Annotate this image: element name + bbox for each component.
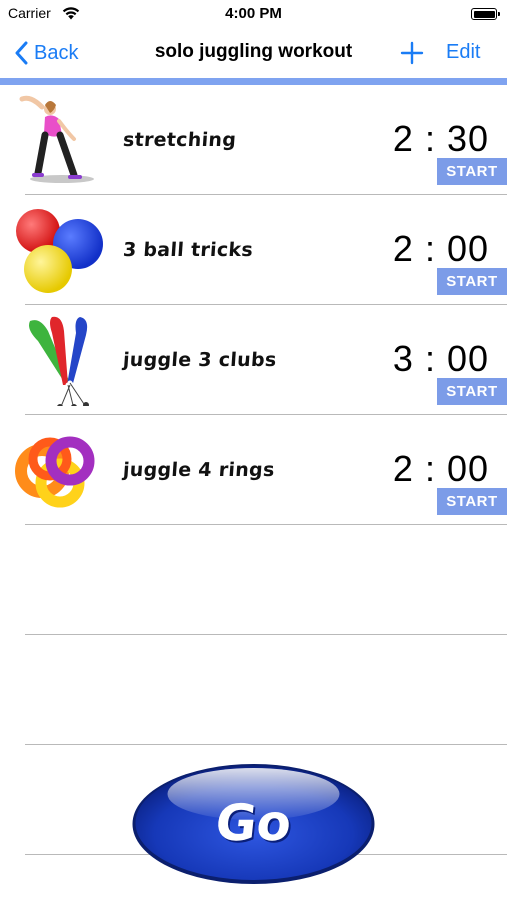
juggling-clubs-icon [29,316,89,406]
empty-row-divider [25,634,507,635]
exercise-name: stretching [122,129,237,151]
row-divider [25,524,507,525]
back-label: Back [34,41,79,64]
exercise-row-3-ball-tricks[interactable]: 3 ball tricks 2 : 00 START [0,195,507,305]
juggling-balls-icon [16,209,103,293]
battery-icon [471,8,500,20]
exercise-name: juggle 4 rings [122,459,276,481]
exercise-time: 2 : 30 [392,118,489,159]
start-button[interactable]: START [437,268,507,295]
empty-row-divider [25,744,507,745]
exercise-time: 3 : 00 [392,338,489,379]
start-button[interactable]: START [437,488,507,515]
start-button[interactable]: START [437,158,507,185]
go-button-shape [132,764,375,884]
chevron-left-icon [15,41,28,65]
exercise-row-stretching[interactable]: stretching 2 : 30 START [0,85,507,195]
stretching-figure-icon [19,95,94,183]
exercise-name: 3 ball tricks [122,239,254,261]
header-divider [0,78,507,85]
edit-button[interactable]: Edit [446,41,480,64]
back-button[interactable]: Back [14,38,78,68]
navigation-bar: Back solo juggling workout Edit [0,28,507,78]
juggling-rings-icon [15,436,95,508]
exercise-row-juggle-3-clubs[interactable]: juggle 3 clubs 3 : 00 START [0,305,507,415]
add-icon[interactable] [398,39,426,67]
exercise-time: 2 : 00 [392,228,489,269]
status-bar: Carrier 4:00 PM [0,0,507,28]
status-time: 4:00 PM [225,5,282,22]
start-button[interactable]: START [437,378,507,405]
exercise-row-juggle-4-rings[interactable]: juggle 4 rings 2 : 00 START [0,415,507,525]
exercise-time: 2 : 00 [392,448,489,489]
go-button[interactable]: Go [130,760,377,886]
exercise-name: juggle 3 clubs [122,349,278,371]
